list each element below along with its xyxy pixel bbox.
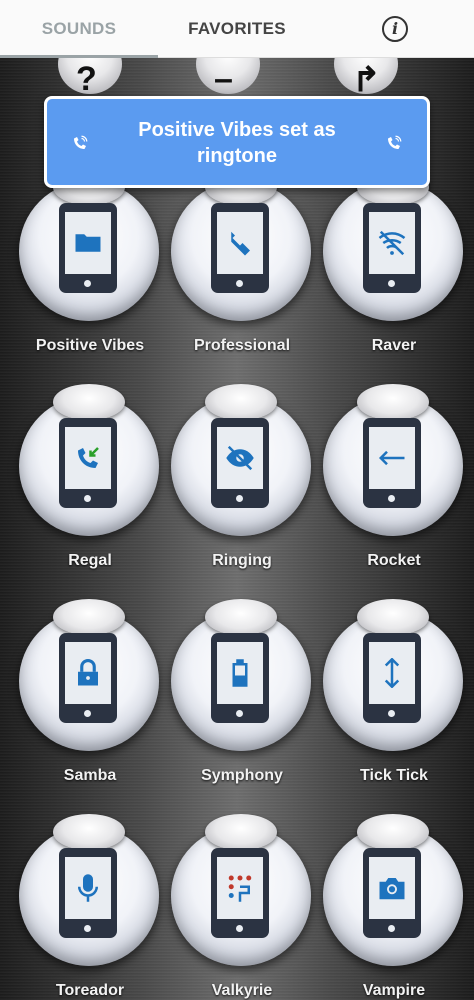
partial-sound-button[interactable]: – <box>196 58 260 98</box>
sound-label: Positive Vibes <box>35 337 145 354</box>
partial-sound-button[interactable]: ? <box>58 58 122 98</box>
sound-label: Rocket <box>367 552 421 569</box>
sound-button-positive-vibes[interactable]: Positive Vibes <box>15 169 165 391</box>
sound-label: Ringing <box>212 552 272 569</box>
sound-label: Valkyrie <box>211 982 273 999</box>
phone-icon <box>363 203 421 293</box>
orb-cap <box>53 814 125 850</box>
sound-label: Professional <box>193 337 291 354</box>
phone-icon <box>363 633 421 723</box>
orb-cap <box>357 384 429 420</box>
sound-label: Vampire <box>362 982 426 999</box>
wifi-off-icon <box>378 230 406 256</box>
sound-button-raver[interactable]: Raver <box>319 169 469 391</box>
tab-sounds[interactable]: SOUNDS <box>0 0 158 58</box>
phone-icon <box>363 418 421 508</box>
hand-pointer-icon <box>231 231 250 256</box>
orb-cap <box>357 599 429 635</box>
phone-icon <box>211 633 269 723</box>
phone-icon <box>59 848 117 938</box>
incoming-call-icon <box>78 447 99 468</box>
phone-ringing-icon <box>74 135 88 149</box>
phone-icon <box>363 848 421 938</box>
dialpad-icon <box>228 875 252 902</box>
question-mark-icon: ? <box>76 60 97 98</box>
tab-favorites[interactable]: FAVORITES <box>158 0 316 58</box>
phone-icon <box>211 418 269 508</box>
sound-button-rocket[interactable]: Rocket <box>319 384 469 606</box>
sound-button-professional[interactable]: Professional <box>167 169 317 391</box>
sound-label: Symphony <box>201 767 283 784</box>
sound-label: Regal <box>68 552 112 569</box>
orb-cap <box>53 384 125 420</box>
sound-button-vampire[interactable]: Vampire <box>319 814 469 1000</box>
sound-label: Tick Tick <box>360 767 428 784</box>
phone-icon <box>211 848 269 938</box>
partial-sound-button[interactable]: ↱ <box>334 58 398 99</box>
eye-off-icon <box>226 445 254 471</box>
sound-button-tick-tick[interactable]: Tick Tick <box>319 599 469 821</box>
sound-button-symphony[interactable]: Symphony <box>167 599 317 821</box>
share-icon: ↱ <box>352 61 381 99</box>
camera-icon <box>379 878 405 900</box>
phone-icon <box>59 203 117 293</box>
battery-icon <box>232 659 248 687</box>
sound-label: Samba <box>63 767 117 784</box>
minus-icon: – <box>214 60 233 98</box>
sound-grid: ? – ↱ Positive Vibes Professional Raver … <box>0 58 474 1000</box>
orb-cap <box>53 599 125 635</box>
orb-cap <box>357 814 429 850</box>
sound-button-ringing[interactable]: Ringing <box>167 384 317 606</box>
microphone-icon <box>78 874 98 902</box>
sound-button-toreador[interactable]: Toreador <box>15 814 165 1000</box>
phone-ringing-icon <box>388 135 402 149</box>
sound-button-valkyrie[interactable]: Valkyrie <box>167 814 317 1000</box>
folder-icon <box>75 234 101 252</box>
sound-label: Toreador <box>55 982 125 999</box>
orb-cap <box>205 814 277 850</box>
toast-message: Positive Vibes set as ringtone <box>138 119 336 167</box>
info-icon[interactable]: i <box>382 16 408 42</box>
phone-icon <box>59 633 117 723</box>
tab-bar: SOUNDS FAVORITES i <box>0 0 474 58</box>
arrow-left-icon <box>378 450 405 466</box>
phone-icon <box>59 418 117 508</box>
sound-label: Raver <box>371 337 417 354</box>
orb-cap <box>205 599 277 635</box>
lock-icon <box>78 658 98 686</box>
orb-cap <box>205 384 277 420</box>
sound-button-samba[interactable]: Samba <box>15 599 165 821</box>
ringtone-toast: Positive Vibes set as ringtone <box>44 96 430 188</box>
phone-icon <box>211 203 269 293</box>
vertical-arrows-icon <box>384 658 400 688</box>
sound-button-regal[interactable]: Regal <box>15 384 165 606</box>
